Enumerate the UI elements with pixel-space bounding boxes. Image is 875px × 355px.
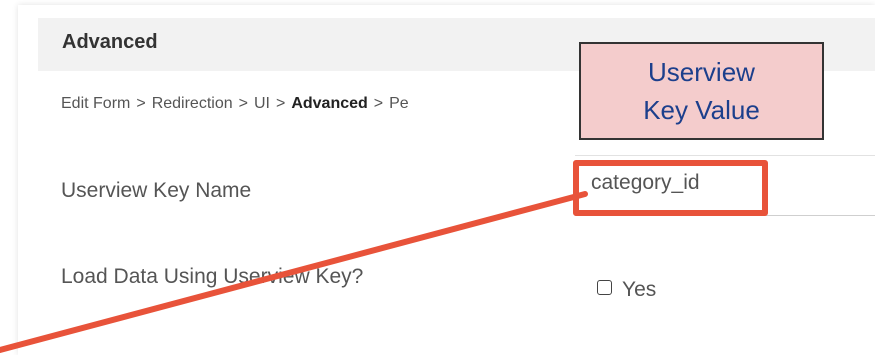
annotation-highlight-box bbox=[573, 160, 768, 216]
callout-line-1: Userview bbox=[648, 57, 755, 87]
annotation-arrow-line bbox=[0, 191, 588, 353]
annotation-callout: Userview Key Value bbox=[579, 42, 824, 140]
callout-line-2: Key Value bbox=[643, 95, 760, 125]
